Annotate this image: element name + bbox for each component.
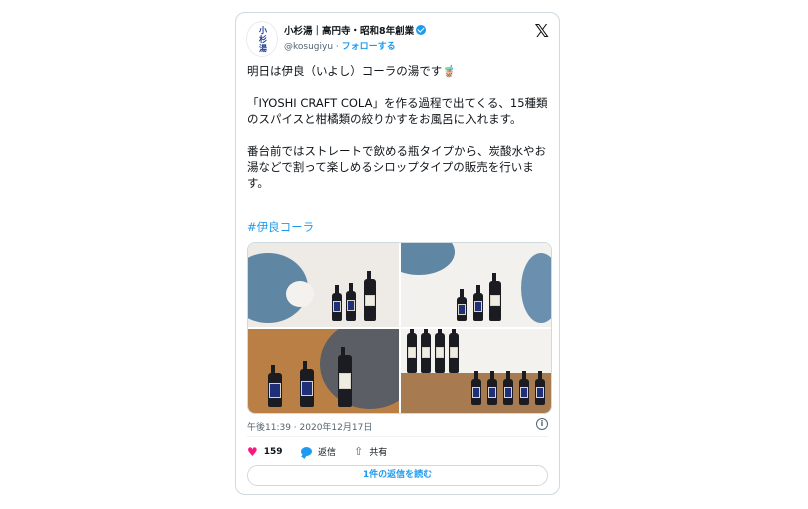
divider: [247, 436, 548, 437]
tweet-card: 小杉湯 小杉湯｜高円寺・昭和8年創業 @kosugiyu · フォローする 𝕏 …: [235, 12, 560, 495]
follow-button[interactable]: フォローする: [342, 42, 396, 52]
media-grid: [247, 242, 552, 414]
share-button[interactable]: ⇧ 共有: [354, 445, 387, 458]
bottle: [486, 371, 497, 405]
display-name-row[interactable]: 小杉湯｜高円寺・昭和8年創業: [284, 23, 427, 37]
photo-1[interactable]: [248, 243, 399, 327]
bottle: [268, 365, 282, 407]
bottle: [434, 329, 445, 373]
reply-button[interactable]: 返信: [301, 445, 336, 458]
reply-label: 返信: [318, 448, 337, 458]
bottle: [502, 371, 513, 405]
share-icon: ⇧: [354, 445, 364, 458]
separator-dot: ·: [335, 42, 339, 52]
bottle: [472, 285, 483, 321]
bottle: [470, 371, 481, 405]
bottle: [300, 361, 314, 407]
reply-bubble-icon: [301, 447, 312, 456]
bottle: [456, 289, 467, 321]
bottle: [346, 283, 356, 321]
fur-blanket: [320, 329, 399, 409]
bottle: [488, 273, 501, 321]
tweet-header: 小杉湯 小杉湯｜高円寺・昭和8年創業 @kosugiyu · フォローする 𝕏: [246, 21, 549, 57]
tweet-text: 明日は伊良（いよし）コーラの湯です🧋 「IYOSHI CRAFT COLA」を作…: [247, 64, 548, 190]
x-logo-icon[interactable]: 𝕏: [534, 21, 549, 42]
bottle: [338, 347, 352, 407]
shark-plush: [400, 243, 455, 275]
bottle: [406, 329, 417, 373]
avatar-logo-text: 小杉湯: [259, 26, 267, 53]
like-count: 159: [263, 447, 283, 457]
bottle: [332, 285, 342, 321]
display-name[interactable]: 小杉湯｜高円寺・昭和8年創業: [284, 26, 414, 37]
avatar[interactable]: 小杉湯: [246, 21, 278, 57]
like-button[interactable]: ♥ 159: [247, 445, 283, 459]
hashtag-link[interactable]: #伊良コーラ: [247, 219, 314, 235]
verified-badge-icon: [416, 25, 427, 35]
shark-belly: [286, 281, 314, 307]
shark-plush: [520, 253, 551, 323]
bottle: [534, 371, 545, 405]
photo-4[interactable]: [400, 329, 551, 413]
heart-icon: ♥: [247, 445, 258, 459]
bottle: [448, 329, 459, 373]
info-icon[interactable]: i: [536, 418, 548, 430]
handle[interactable]: @kosugiyu: [284, 42, 333, 52]
bottle: [364, 271, 376, 321]
bottle: [518, 371, 529, 405]
handle-row: @kosugiyu · フォローする: [284, 39, 396, 52]
photo-3[interactable]: [248, 329, 399, 413]
timestamp[interactable]: 午後11:39 · 2020年12月17日: [247, 420, 372, 433]
photo-2[interactable]: [400, 243, 551, 327]
share-label: 共有: [369, 448, 388, 458]
bottle: [420, 329, 431, 373]
read-replies-button[interactable]: 1件の返信を読む: [247, 465, 548, 486]
